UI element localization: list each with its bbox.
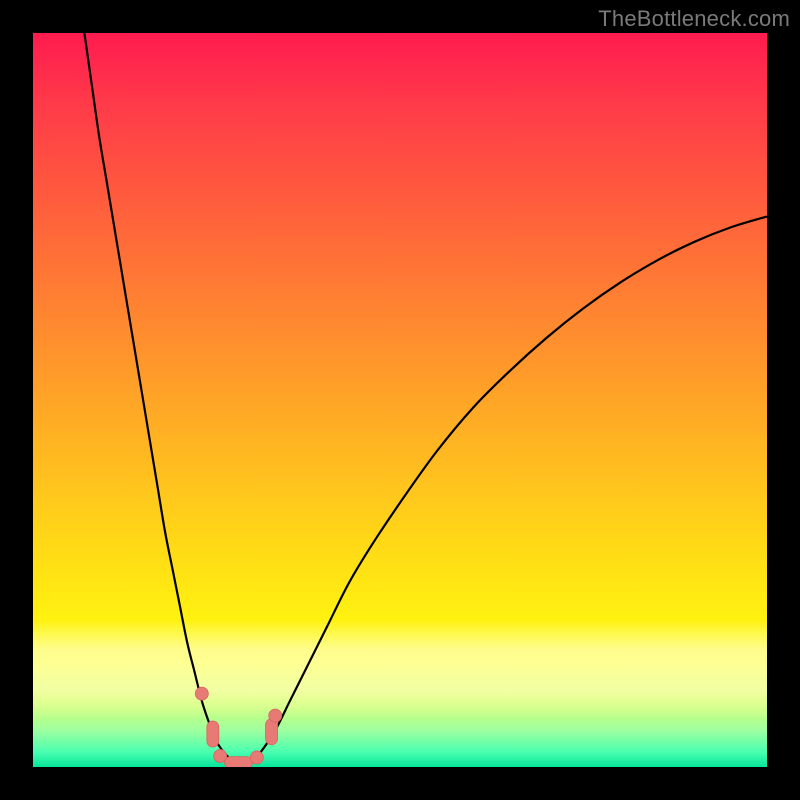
data-marker [207, 721, 219, 747]
data-marker [195, 687, 208, 700]
data-marker [266, 719, 278, 745]
data-marker [250, 751, 263, 764]
chart-frame: TheBottleneck.com [0, 0, 800, 800]
data-marker [269, 709, 282, 722]
plot-area [33, 33, 767, 767]
marker-group [195, 687, 281, 767]
watermark-text: TheBottleneck.com [598, 6, 790, 32]
data-marker [225, 757, 253, 767]
marker-layer [33, 33, 767, 767]
